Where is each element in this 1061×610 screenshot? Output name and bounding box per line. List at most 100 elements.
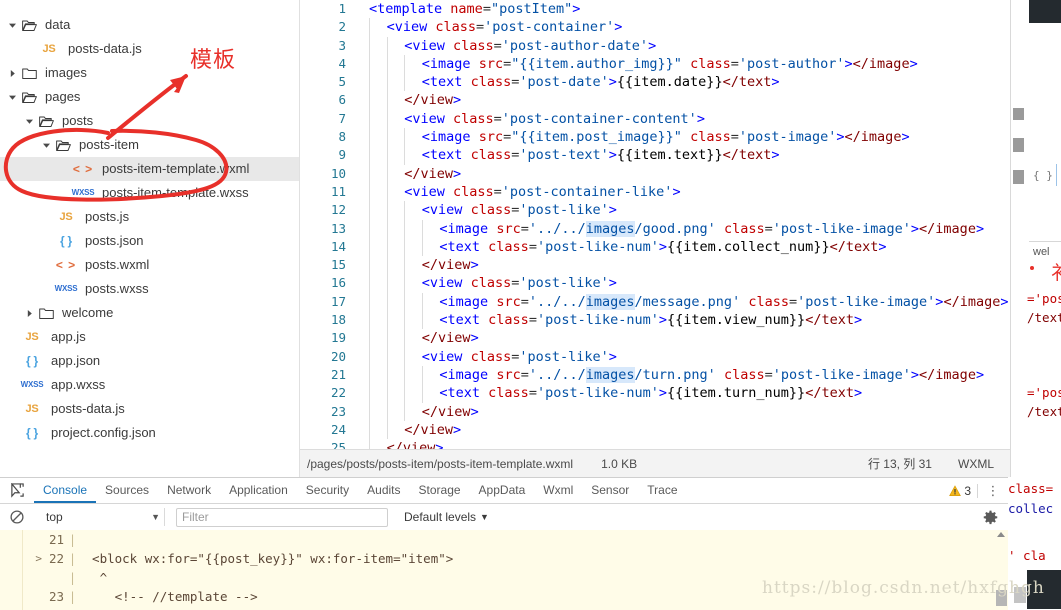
scroll-up-arrow-icon[interactable] <box>997 532 1005 537</box>
indent-guide <box>404 329 406 348</box>
indent-guide <box>369 402 370 421</box>
indent-guide <box>404 54 406 74</box>
tree-file-project-config-json[interactable]: { } project.config.json <box>0 421 299 445</box>
inspect-element-icon[interactable] <box>0 483 34 498</box>
devtools-tab-storage[interactable]: Storage <box>410 478 470 503</box>
devtools-settings-button[interactable] <box>983 510 1008 525</box>
code-line[interactable]: 11 <view class='post-container-like'> <box>300 182 1010 202</box>
code-area[interactable]: 1 <template name="postItem"> 2 <view class=… <box>300 0 1010 450</box>
tree-file-posts-wxss[interactable]: WXSS posts.wxss <box>0 277 299 301</box>
file-tree[interactable]: data JS posts-data.js images pages posts posts… <box>0 0 299 445</box>
code-lines[interactable]: 1 <template name="postItem"> 2 <view class=… <box>300 0 1010 450</box>
code-line[interactable]: 3 <view class='post-author-date'> <box>300 36 1010 55</box>
tree-file-app-wxss[interactable]: WXSS app.wxss <box>0 373 299 397</box>
code-line[interactable]: 9 <text class='post-text'>{{item.text}}</… <box>300 146 1010 165</box>
log-levels-selector[interactable]: Default levels ▼ <box>404 510 489 524</box>
code-line[interactable]: 24 </view> <box>300 420 1010 440</box>
tree-file-app-json[interactable]: { } app.json <box>0 349 299 373</box>
code-line[interactable]: 7 <view class='post-container-content'> <box>300 109 1010 129</box>
js-file-icon: JS <box>59 211 73 223</box>
clear-console-icon[interactable] <box>0 510 34 524</box>
devtools-tab-audits[interactable]: Audits <box>358 478 409 503</box>
code-line-text: <image src="{{item.post_image}}" class='… <box>355 128 1010 147</box>
devtools-tab-security[interactable]: Security <box>297 478 358 503</box>
devtools-tab-application[interactable]: Application <box>220 478 297 503</box>
code-line[interactable]: 18 <text class='post-like-num'>{{item.vie… <box>300 311 1010 330</box>
tree-folder-data[interactable]: data <box>0 13 299 37</box>
tree-item-label: posts <box>62 113 94 128</box>
code-line[interactable]: 4 <image src="{{item.author_img}}" class=… <box>300 54 1010 74</box>
tree-folder-posts[interactable]: posts <box>0 109 299 133</box>
code-line[interactable]: 22 <text class='post-like-num'>{{item.tur… <box>300 384 1010 403</box>
devtools-tab-sources[interactable]: Sources <box>96 478 158 503</box>
tree-file-posts-data-js[interactable]: JS posts-data.js <box>0 37 299 61</box>
devtools-tabbar[interactable]: Console Sources Network Application Security… <box>0 478 1008 504</box>
code-line[interactable]: 23 </view> <box>300 402 1010 421</box>
code-line[interactable]: 20 <view class='post-like'> <box>300 347 1010 366</box>
console-output[interactable]: 21 | >22 | <block wx:for="{{post_key}}" wx:… <box>0 530 1008 610</box>
tree-file-posts-json[interactable]: { } posts.json <box>0 229 299 253</box>
code-line[interactable]: 2 <view class='post-container'> <box>300 18 1010 37</box>
devtools-tab-network[interactable]: Network <box>158 478 220 503</box>
tree-file-posts-data-js[interactable]: JS posts-data.js <box>0 397 299 421</box>
sliver-scroll-thumb-3[interactable] <box>1013 170 1024 184</box>
devtools-tab-console[interactable]: Console <box>34 478 96 503</box>
code-line[interactable]: 14 <text class='post-like-num'>{{item.col… <box>300 237 1010 257</box>
code-line[interactable]: 21 <image src='../../images/turn.png' cla… <box>300 365 1010 385</box>
tree-file-posts-item-template-wxml[interactable]: < > posts-item-template.wxml <box>0 157 299 181</box>
console-toolbar[interactable]: top ▼ Filter Default levels ▼ <box>0 504 1008 531</box>
console-line-divider: | <box>68 589 77 604</box>
code-line[interactable]: 17 <image src='../../images/message.png' … <box>300 292 1010 312</box>
code-line[interactable]: 12 <view class='post-like'> <box>300 201 1010 220</box>
chevron-down-icon[interactable] <box>6 21 19 30</box>
context-selector[interactable]: top ▼ <box>38 508 165 526</box>
chevron-right-icon[interactable] <box>23 309 36 318</box>
status-language[interactable]: WXML <box>958 457 1010 471</box>
code-line[interactable]: 16 <view class='post-like'> <box>300 274 1010 293</box>
code-line[interactable]: 10 </view> <box>300 164 1010 183</box>
chevron-down-icon[interactable] <box>6 93 19 102</box>
tree-file-posts-wxml[interactable]: < > posts.wxml <box>0 253 299 277</box>
chevron-right-icon[interactable] <box>6 69 19 78</box>
tree-file-app-js[interactable]: JS app.js <box>0 325 299 349</box>
annotation-label: 模板 <box>190 48 237 73</box>
right-panel-sliver[interactable]: { } wel 衤 ='pos /text ='pos /text <box>1010 0 1061 477</box>
code-line[interactable]: 8 <image src="{{item.post_image}}" class=… <box>300 128 1010 147</box>
devtools-tab-wxml[interactable]: Wxml <box>534 478 582 503</box>
more-options-icon[interactable]: ⋮ <box>984 484 1002 497</box>
sliver-scroll-thumb-1[interactable] <box>1013 108 1024 120</box>
chevron-down-icon[interactable] <box>40 141 53 150</box>
code-line[interactable]: 13 <image src='../../images/good.png' cla… <box>300 219 1010 238</box>
chevron-down-icon[interactable] <box>23 117 36 126</box>
warning-badge[interactable]: 3 <box>949 483 978 498</box>
tree-folder-images[interactable]: images <box>0 61 299 85</box>
tree-folder-welcome[interactable]: welcome <box>0 301 299 325</box>
indent-guide <box>404 292 406 312</box>
code-line[interactable]: 5 <text class='post-date'>{{item.date}}</… <box>300 73 1010 92</box>
tree-file-posts-item-template-wxss[interactable]: WXSS posts-item-template.wxss <box>0 181 299 205</box>
line-number: 11 <box>330 183 346 199</box>
console-filter-input[interactable]: Filter <box>176 507 388 527</box>
console-scrollbar[interactable] <box>994 530 1008 610</box>
file-explorer[interactable]: data JS posts-data.js images pages posts posts… <box>0 0 300 477</box>
line-number: 16 <box>330 275 346 291</box>
devtools-tab-appdata[interactable]: AppData <box>470 478 535 503</box>
code-line[interactable]: 19 </view> <box>300 329 1010 348</box>
indent-guide <box>386 237 388 257</box>
status-cursor-position: 行 13, 列 31 <box>867 457 932 471</box>
code-line[interactable]: 1 <template name="postItem"> <box>300 0 1010 18</box>
code-editor[interactable]: 1 <template name="postItem"> 2 <view class=… <box>300 0 1010 477</box>
tree-folder-posts-item[interactable]: posts-item <box>0 133 299 157</box>
tree-folder-pages[interactable]: pages <box>0 85 299 109</box>
sliver-scroll-thumb-2[interactable] <box>1013 138 1024 152</box>
indent-guide <box>386 182 388 202</box>
code-line[interactable]: 15 </view> <box>300 256 1010 275</box>
sliver-tab-label[interactable]: wel <box>1033 246 1050 258</box>
code-line[interactable]: 6 </view> <box>300 91 1010 110</box>
indent-guide <box>369 292 370 312</box>
devtools-tab-sensor[interactable]: Sensor <box>582 478 638 503</box>
tree-file-posts-js[interactable]: JS posts.js <box>0 205 299 229</box>
console-expander-icon[interactable]: > <box>22 549 42 568</box>
devtools-tab-trace[interactable]: Trace <box>638 478 686 503</box>
